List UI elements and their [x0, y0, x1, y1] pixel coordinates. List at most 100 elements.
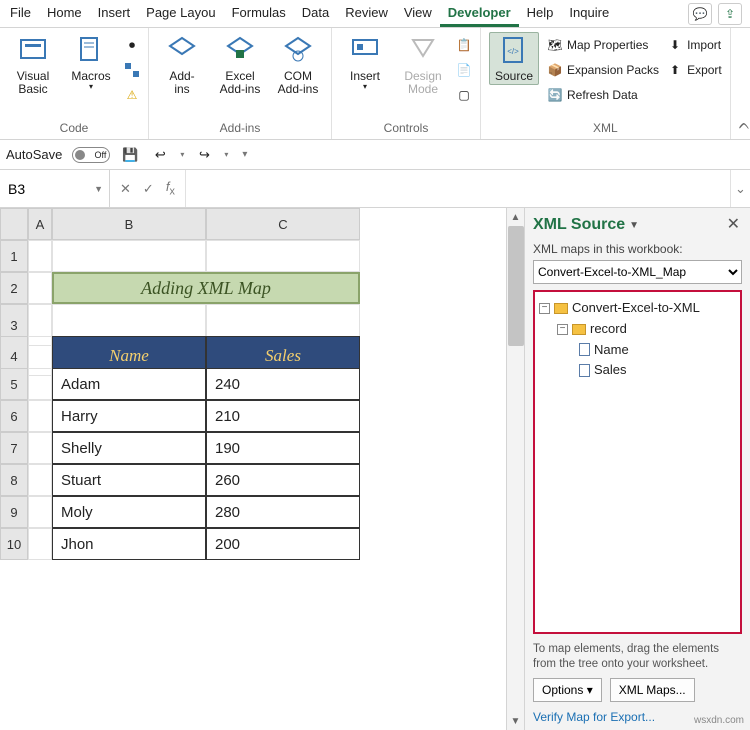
menu-home[interactable]: Home: [39, 0, 90, 27]
design-mode-button[interactable]: Design Mode: [398, 32, 448, 96]
table-cell[interactable]: Moly: [52, 496, 206, 528]
table-cell[interactable]: 260: [206, 464, 360, 496]
col-header-c[interactable]: C: [206, 208, 360, 240]
macro-security-button[interactable]: ⚠: [124, 84, 140, 106]
fx-icon[interactable]: fx: [166, 179, 175, 198]
group-label-controls: Controls: [340, 119, 472, 139]
cell[interactable]: [28, 272, 52, 304]
table-cell[interactable]: Adam: [52, 368, 206, 400]
use-relative-refs-button[interactable]: [124, 59, 140, 81]
expansion-packs-button[interactable]: 📦Expansion Packs: [547, 59, 659, 81]
enter-formula-icon[interactable]: ✓: [143, 181, 154, 197]
tree-leaf-sales[interactable]: Sales: [539, 360, 736, 381]
cancel-formula-icon[interactable]: ✕: [120, 181, 131, 197]
row-header[interactable]: 7: [0, 432, 28, 464]
collapse-icon[interactable]: −: [557, 324, 568, 335]
xml-tree[interactable]: −Convert-Excel-to-XML −record Name Sales: [533, 290, 742, 634]
col-header-a[interactable]: A: [28, 208, 52, 240]
table-cell[interactable]: 190: [206, 432, 360, 464]
cell[interactable]: [28, 528, 52, 560]
formula-input[interactable]: [186, 170, 730, 207]
pane-menu-icon[interactable]: ▼: [629, 220, 639, 231]
table-cell[interactable]: 200: [206, 528, 360, 560]
scroll-down-icon[interactable]: ▼: [507, 712, 524, 730]
refresh-data-button[interactable]: 🔄Refresh Data: [547, 84, 659, 106]
menu-formulas[interactable]: Formulas: [224, 0, 294, 27]
name-box-dropdown-icon[interactable]: ▼: [94, 184, 103, 194]
excel-addins-button[interactable]: Excel Add-ins: [215, 32, 265, 96]
name-box[interactable]: ▼: [0, 170, 110, 207]
row-header[interactable]: 8: [0, 464, 28, 496]
menu-review[interactable]: Review: [337, 0, 396, 27]
visual-basic-button[interactable]: Visual Basic: [8, 32, 58, 96]
comments-icon[interactable]: 💬: [688, 3, 712, 25]
name-box-input[interactable]: [6, 180, 76, 198]
cell[interactable]: [28, 400, 52, 432]
menu-insert[interactable]: Insert: [90, 0, 139, 27]
table-cell[interactable]: 210: [206, 400, 360, 432]
record-macro-button[interactable]: ⏺: [124, 34, 140, 56]
xml-source-button[interactable]: </> Source: [489, 32, 539, 85]
table-cell[interactable]: Jhon: [52, 528, 206, 560]
xml-map-select[interactable]: Convert-Excel-to-XML_Map: [533, 260, 742, 284]
save-icon[interactable]: 💾: [120, 145, 140, 165]
scroll-up-icon[interactable]: ▲: [507, 208, 524, 226]
cell[interactable]: [28, 496, 52, 528]
menu-file[interactable]: File: [2, 0, 39, 27]
tree-record[interactable]: −record: [539, 319, 736, 340]
row-header[interactable]: 5: [0, 368, 28, 400]
row-header[interactable]: 1: [0, 240, 28, 272]
table-cell[interactable]: Stuart: [52, 464, 206, 496]
table-cell[interactable]: Harry: [52, 400, 206, 432]
menu-help[interactable]: Help: [519, 0, 562, 27]
macros-button[interactable]: Macros ▾: [66, 32, 116, 92]
row-header[interactable]: 10: [0, 528, 28, 560]
table-cell[interactable]: 280: [206, 496, 360, 528]
cell[interactable]: [28, 240, 52, 272]
menu-data[interactable]: Data: [294, 0, 337, 27]
xml-import-button[interactable]: ⬇Import: [667, 34, 722, 56]
qat-customize-icon[interactable]: ▾: [242, 149, 247, 160]
vertical-scrollbar[interactable]: ▲ ▼: [506, 208, 524, 730]
addins-button[interactable]: Add- ins: [157, 32, 207, 96]
tree-leaf-name[interactable]: Name: [539, 340, 736, 361]
cell[interactable]: [52, 240, 206, 272]
table-cell[interactable]: 240: [206, 368, 360, 400]
xml-maps-button[interactable]: XML Maps...: [610, 678, 695, 702]
properties-button[interactable]: 📋: [456, 34, 472, 56]
menu-inquire[interactable]: Inquire: [561, 0, 617, 27]
share-icon[interactable]: ⇪: [718, 3, 742, 25]
col-header-b[interactable]: B: [52, 208, 206, 240]
com-addins-button[interactable]: COM Add-ins: [273, 32, 323, 96]
close-pane-icon[interactable]: ✕: [727, 214, 740, 234]
insert-control-button[interactable]: Insert ▾: [340, 32, 390, 92]
scroll-thumb[interactable]: [508, 226, 524, 346]
menu-view[interactable]: View: [396, 0, 440, 27]
collapse-ribbon-button[interactable]: ᨈ: [731, 116, 750, 139]
cell[interactable]: [28, 464, 52, 496]
redo-icon[interactable]: ↪: [194, 145, 214, 165]
menu-page-layout[interactable]: Page Layou: [138, 0, 223, 27]
tree-root[interactable]: −Convert-Excel-to-XML: [539, 298, 736, 319]
formula-expand-icon[interactable]: ⌄: [730, 170, 750, 207]
cell[interactable]: [28, 432, 52, 464]
row-header[interactable]: 9: [0, 496, 28, 528]
cell[interactable]: [28, 368, 52, 400]
select-all-corner[interactable]: [0, 208, 28, 240]
row-header[interactable]: 6: [0, 400, 28, 432]
run-dialog-button[interactable]: ▢: [456, 84, 472, 106]
table-cell[interactable]: Shelly: [52, 432, 206, 464]
xml-export-button[interactable]: ⬆Export: [667, 59, 722, 81]
autosave-toggle[interactable]: Off: [72, 147, 110, 163]
title-cell[interactable]: Adding XML Map: [52, 272, 360, 304]
view-code-button[interactable]: 📄: [456, 59, 472, 81]
xml-options-button[interactable]: Options ▾: [533, 678, 602, 702]
collapse-icon[interactable]: −: [539, 303, 550, 314]
map-properties-button[interactable]: 🗺Map Properties: [547, 34, 659, 56]
worksheet[interactable]: A B C 1 2 Adding XML Map 3 4 Name Sales …: [0, 208, 524, 730]
menu-developer[interactable]: Developer: [440, 0, 519, 27]
undo-icon[interactable]: ↩: [150, 145, 170, 165]
map-properties-icon: 🗺: [547, 37, 563, 53]
row-header[interactable]: 2: [0, 272, 28, 304]
cell[interactable]: [206, 240, 360, 272]
